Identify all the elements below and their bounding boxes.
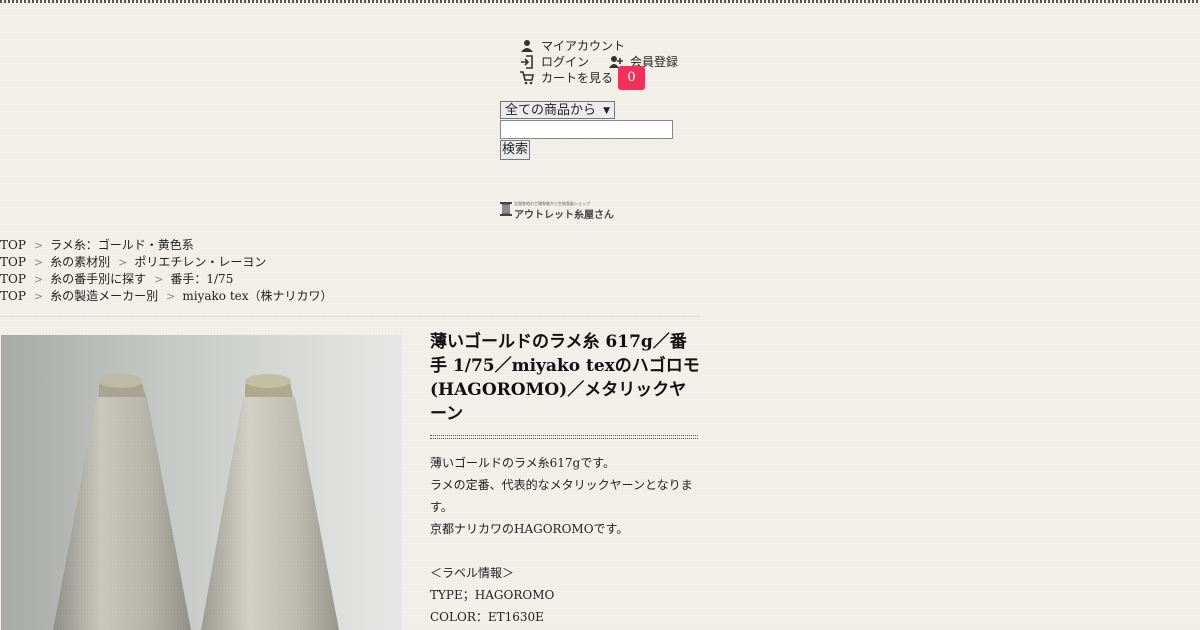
description-line: 薄いゴールドのラメ糸617gです。 [430, 456, 616, 470]
breadcrumb-separator: > [118, 256, 128, 269]
search-scope-select[interactable]: 全ての商品から ▼ [500, 101, 615, 119]
cart-icon [520, 71, 534, 85]
description-line: ＜ラベル情報＞ [430, 566, 515, 580]
view-cart-label: カートを見る [541, 71, 614, 85]
breadcrumb-link[interactable]: TOP [0, 289, 26, 303]
breadcrumb-link[interactable]: TOP [0, 255, 26, 269]
breadcrumb-link[interactable]: TOP [0, 272, 26, 286]
breadcrumb-link[interactable]: 糸の番手別に探す [50, 272, 146, 286]
description-line: TYPE；HAGOROMO [430, 588, 555, 602]
breadcrumb-link[interactable]: 糸の製造メーカー別 [50, 289, 158, 303]
my-account-label: マイアカウント [541, 39, 626, 53]
product-image[interactable] [1, 335, 402, 630]
search-input[interactable] [500, 120, 673, 139]
breadcrumb: TOP > 糸の素材別 > ポリエチレン・レーヨン [0, 254, 333, 271]
my-account-link[interactable]: マイアカウント [520, 38, 625, 54]
top-dotted-border [0, 0, 1200, 3]
site-logo[interactable]: 全国各地の工場和装から生地直販ショップ アウトレット糸屋さん [500, 200, 614, 221]
description-line [430, 540, 700, 562]
section-divider [0, 316, 700, 317]
breadcrumb-separator: > [33, 273, 44, 286]
breadcrumb-link[interactable]: ラメ糸：ゴールド・黄色系 [50, 238, 194, 252]
login-icon [521, 55, 533, 69]
cart-count-badge[interactable]: 0 [618, 66, 645, 90]
search-button[interactable]: 検索 [500, 140, 530, 160]
breadcrumb-separator: > [33, 256, 44, 269]
description-line: 京都ナリカワのHAGOROMOです。 [430, 522, 629, 536]
breadcrumb: TOP > 糸の製造メーカー別 > miyako tex（株ナリカワ） [0, 288, 333, 305]
title-divider [430, 435, 698, 439]
breadcrumb: TOP > ラメ糸：ゴールド・黄色系 [0, 237, 333, 254]
description-line: COLOR：ET1630E [430, 610, 544, 624]
login-link[interactable]: ログイン [520, 54, 589, 70]
breadcrumb-separator: > [154, 273, 164, 286]
product-description: 薄いゴールドのラメ糸617gです。 ラメの定番、代表的なメタリックヤーンとなりま… [430, 452, 700, 628]
breadcrumb: TOP > 糸の番手別に探す > 番手：1/75 [0, 271, 333, 288]
breadcrumb-separator: > [33, 290, 44, 303]
yarn-cones-image [53, 374, 339, 630]
breadcrumb-separator: > [33, 239, 44, 252]
user-icon [521, 40, 533, 52]
breadcrumb-link[interactable]: TOP [0, 238, 26, 252]
view-cart-link[interactable]: カートを見る [520, 70, 613, 86]
description-line: ラメの定番、代表的なメタリックヤーンとなります。 [430, 478, 693, 514]
breadcrumb-link[interactable]: 糸の素材別 [50, 255, 110, 269]
thread-spool-icon [500, 202, 512, 216]
breadcrumb-link[interactable]: ポリエチレン・レーヨン [134, 255, 266, 269]
breadcrumb-list: TOP > ラメ糸：ゴールド・黄色系 TOP > 糸の素材別 > ポリエチレン・レーヨン T… [0, 237, 333, 305]
dropdown-arrow-icon: ▼ [603, 106, 610, 116]
breadcrumb-link[interactable]: 番手：1/75 [170, 272, 233, 286]
logo-name: アウトレット糸屋さん [514, 210, 614, 221]
search-scope-value: 全ての商品から [505, 103, 597, 118]
breadcrumb-link[interactable]: miyako tex（株ナリカワ） [182, 289, 332, 303]
product-title: 薄いゴールドのラメ糸 617g／番手 1/75／miyako texのハゴロモ(… [430, 332, 700, 424]
breadcrumb-separator: > [166, 290, 176, 303]
login-label: ログイン [541, 55, 590, 69]
